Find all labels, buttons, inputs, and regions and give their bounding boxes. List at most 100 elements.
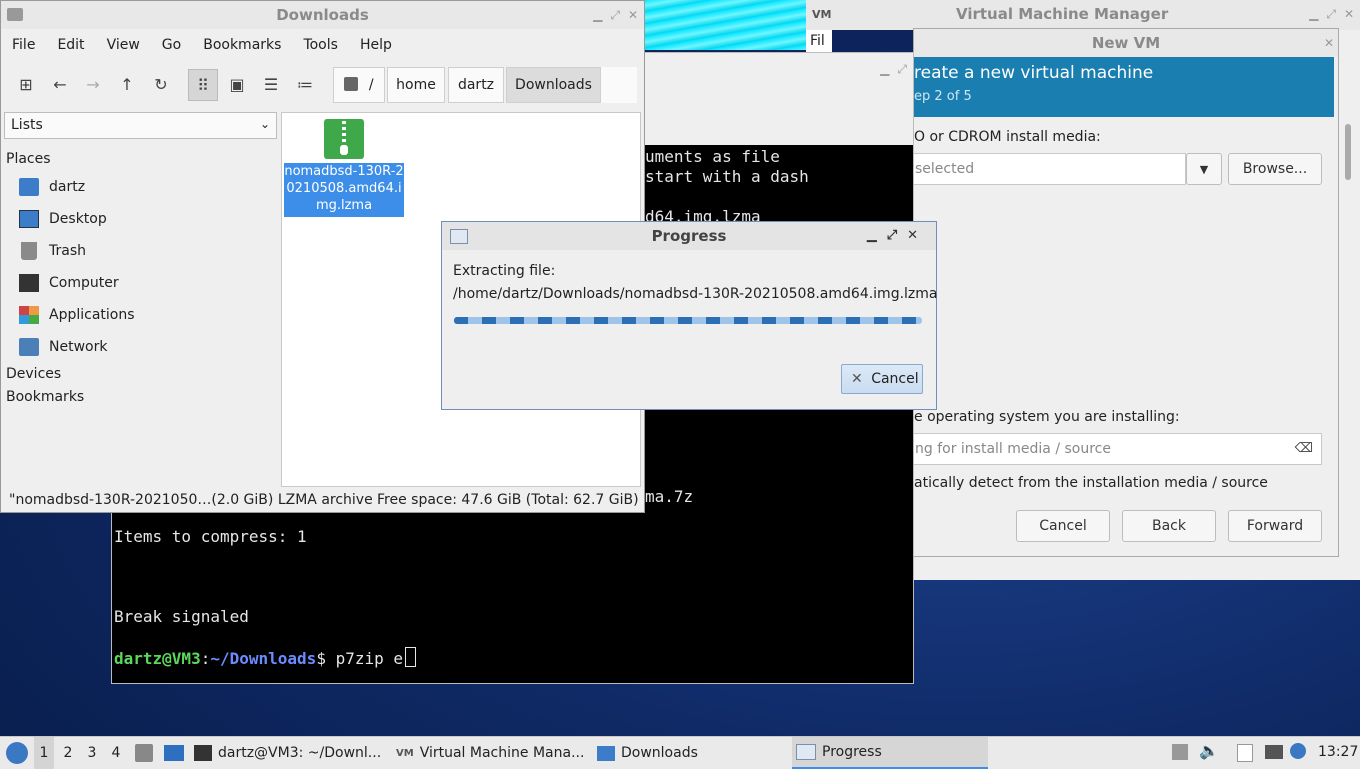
virt-manager-main-window: VM Virtual Machine Manager ▁ ⤢ ✕ — [806, 0, 1360, 30]
progress-bar — [454, 317, 922, 324]
browse-label: Browse... — [1242, 161, 1308, 177]
fm-window-buttons[interactable]: ▁ ⤢ ✕ — [593, 1, 638, 29]
task-label: Progress — [822, 744, 882, 760]
auto-detect-label[interactable]: atically detect from the installation me… — [914, 475, 1268, 491]
breadcrumb-dartz[interactable]: dartz — [448, 67, 504, 103]
vmm-scrollbar[interactable] — [1345, 124, 1351, 180]
progress-cancel-button[interactable]: ✕ Cancel — [841, 364, 923, 394]
vmm-icon: VM — [812, 8, 832, 21]
workspace-4[interactable]: 4 — [106, 737, 126, 769]
file-name: nomadbsd-130R-20210508.amd64.img.lzma — [284, 163, 404, 217]
fm-menubar: File Edit View Go Bookmarks Tools Help — [1, 31, 403, 61]
browse-button[interactable]: Browse... — [1228, 153, 1322, 185]
task-virt-manager[interactable]: VM Virtual Machine Mana... — [396, 737, 590, 769]
menu-file[interactable]: File — [1, 31, 46, 61]
virt-manager-icon: VM — [396, 747, 414, 759]
reload-icon[interactable]: ↻ — [146, 69, 176, 101]
trash-icon — [21, 242, 37, 260]
sidebar-item-label: Desktop — [49, 211, 107, 227]
forward-icon[interactable]: → — [78, 69, 108, 101]
sidebar-item-network[interactable]: Network — [19, 334, 107, 360]
install-media-combo-value: selected — [915, 161, 975, 177]
clear-icon[interactable]: ⌫ — [1295, 434, 1313, 464]
volume-icon[interactable]: 🔈 — [1199, 741, 1219, 760]
vm-cancel-button[interactable]: Cancel — [1016, 510, 1110, 542]
os-search-input[interactable]: ng for install media / source ⌫ — [910, 433, 1322, 465]
install-media-dropdown-button[interactable]: ▼ — [1186, 153, 1222, 185]
extracting-file-path: /home/dartz/Downloads/nomadbsd-130R-2021… — [453, 286, 938, 302]
sidebar-item-home[interactable]: dartz — [19, 174, 85, 200]
terminal-prompt[interactable]: dartz@VM3:~/Downloads$ p7zip e — [114, 647, 417, 668]
start-menu-icon[interactable] — [6, 742, 28, 764]
chevron-down-icon: ▼ — [1199, 163, 1209, 176]
vmm-file-menu[interactable]: Fil — [806, 30, 832, 52]
terminal-line: ma.7z — [645, 487, 694, 506]
vmm-window-buttons[interactable]: ▁ ⤢ ✕ — [1309, 0, 1354, 28]
menu-tools[interactable]: Tools — [292, 31, 349, 61]
workspace-3[interactable]: 3 — [82, 737, 102, 769]
menu-bookmarks[interactable]: Bookmarks — [192, 31, 292, 61]
terminal-line: Break signaled — [114, 607, 249, 626]
breadcrumb-downloads[interactable]: Downloads — [506, 67, 601, 103]
progress-window-buttons[interactable]: ▁⤢✕ — [867, 222, 928, 250]
menu-edit[interactable]: Edit — [46, 31, 95, 61]
network-status-icon[interactable] — [1265, 745, 1283, 759]
progress-title: Progress — [651, 227, 727, 245]
menu-help[interactable]: Help — [349, 31, 403, 61]
icon-view-icon[interactable]: ⠿ — [188, 69, 218, 101]
menu-go[interactable]: Go — [151, 31, 192, 61]
sidebar-item-computer[interactable]: Computer — [19, 270, 119, 296]
sidebar-item-label: dartz — [49, 179, 86, 195]
up-icon[interactable]: ↑ — [112, 69, 142, 101]
devices-header[interactable]: Devices — [6, 366, 61, 382]
detailed-view-icon[interactable]: ≔ — [290, 69, 320, 101]
sidebar-item-applications[interactable]: Applications — [19, 302, 135, 328]
window-icon — [450, 229, 468, 244]
new-vm-header-title: reate a new virtual machine — [914, 63, 1154, 83]
thumbnail-view-icon[interactable]: ▣ — [222, 69, 252, 101]
terminal-line: Items to compress: 1 — [114, 527, 307, 546]
new-tab-icon[interactable]: ⊞ — [11, 69, 41, 101]
task-downloads[interactable]: Downloads — [597, 737, 787, 769]
prompt-dollar: $ — [316, 649, 336, 668]
sidebar-item-desktop[interactable]: Desktop — [19, 206, 107, 232]
eject-icon[interactable] — [1172, 744, 1188, 760]
vm-cancel-label: Cancel — [1039, 518, 1087, 534]
vm-forward-button[interactable]: Forward — [1228, 510, 1322, 542]
sidebar-item-trash[interactable]: Trash — [19, 238, 86, 264]
folder-icon — [7, 8, 23, 21]
compact-view-icon[interactable]: ☰ — [256, 69, 286, 101]
clipboard-icon[interactable] — [1237, 744, 1253, 762]
install-media-combo[interactable]: selected — [910, 153, 1186, 185]
terminal-window-buttons[interactable]: ▁ ⤢ — [880, 55, 907, 83]
file-manager-launcher-icon[interactable] — [135, 744, 153, 762]
side-pane-combo[interactable]: Lists ⌄ — [4, 112, 277, 139]
fm-titlebar: Downloads — [1, 1, 644, 29]
show-desktop-icon[interactable] — [164, 745, 184, 761]
task-terminal[interactable]: dartz@VM3: ~/Downl... — [194, 737, 388, 769]
sidebar-item-label: Network — [49, 339, 108, 355]
breadcrumb-home[interactable]: home — [387, 67, 445, 103]
terminal-cursor — [405, 647, 417, 667]
extracting-label: Extracting file: — [453, 263, 556, 279]
places-header: Places — [6, 151, 51, 167]
notification-icon[interactable] — [1290, 743, 1306, 759]
new-vm-close-button[interactable]: ✕ — [1324, 29, 1334, 57]
home-folder-icon — [19, 178, 39, 196]
workspace-2[interactable]: 2 — [58, 737, 78, 769]
fm-title: Downloads — [276, 6, 369, 24]
task-progress[interactable]: Progress — [792, 737, 988, 769]
sidebar-item-label: Applications — [49, 307, 135, 323]
prompt-separator: : — [200, 649, 211, 668]
chevron-down-icon: ⌄ — [259, 117, 270, 131]
bookmarks-header[interactable]: Bookmarks — [6, 389, 84, 405]
vm-back-button[interactable]: Back — [1122, 510, 1216, 542]
breadcrumb-root[interactable]: / — [333, 67, 385, 103]
workspace-1[interactable]: 1 — [34, 737, 54, 769]
back-icon[interactable]: ← — [45, 69, 75, 101]
clock[interactable]: 13:27 — [1318, 744, 1358, 760]
menu-view[interactable]: View — [96, 31, 151, 61]
sidebar-item-label: Computer — [49, 275, 119, 291]
file-item[interactable]: nomadbsd-130R-20210508.amd64.img.lzma — [284, 119, 406, 219]
sidebar-item-label: Trash — [49, 243, 86, 259]
